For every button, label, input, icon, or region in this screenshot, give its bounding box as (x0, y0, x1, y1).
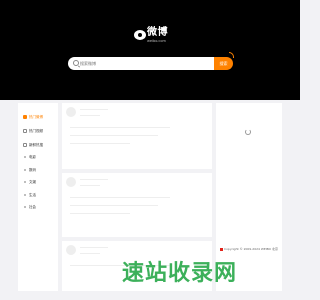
sidebar-item-society[interactable]: 社会 (21, 203, 55, 211)
skeleton-line (80, 115, 100, 116)
sidebar-item-label: 社会 (29, 205, 36, 209)
sidebar-item-digital[interactable]: 数码 (21, 166, 55, 174)
skeleton-line (80, 247, 108, 248)
weibo-eye-icon (134, 30, 146, 40)
sidebar-item-label: 热门微博 (29, 115, 43, 119)
skeleton-line (70, 143, 130, 144)
copyright-label: Copyright © 2009-2024 WEIBO 北京 (224, 247, 278, 251)
search-input[interactable] (80, 60, 200, 67)
avatar-placeholder (66, 177, 76, 187)
sidebar-item-movies[interactable]: 电影 (21, 153, 55, 161)
sidebar: 热门微博 热门视频 新鲜热搜 电影 数码 文娱 生活 社会 (18, 103, 58, 291)
feed-card-loading (62, 173, 212, 237)
search-bar: 搜索 (68, 57, 233, 70)
logo-subtext: weibo.com (147, 39, 166, 43)
skeleton-line (70, 213, 130, 214)
loading-spinner-icon (245, 129, 251, 135)
skeleton-line (80, 179, 108, 180)
sidebar-item-label: 生活 (29, 193, 36, 197)
weibo-logo[interactable]: 微博 weibo.com (134, 27, 174, 49)
dot-icon (24, 156, 26, 158)
logo-text: 微博 (147, 27, 168, 38)
search-icon (73, 60, 79, 66)
sidebar-item-label: 热门视频 (29, 129, 43, 133)
skeleton-line (80, 253, 100, 254)
skeleton-line (80, 185, 100, 186)
copyright-text: Copyright © 2009-2024 WEIBO 北京 (220, 247, 278, 251)
dot-icon (24, 194, 26, 196)
sidebar-item-label: 新鲜热搜 (29, 143, 43, 147)
sidebar-item-label: 数码 (29, 168, 36, 172)
search-box[interactable] (68, 57, 214, 70)
header-bar: 微博 weibo.com 搜索 (0, 0, 300, 100)
video-icon (23, 129, 27, 133)
skeleton-line (70, 135, 158, 136)
sidebar-item-hot-weibo[interactable]: 热门微博 (21, 113, 55, 121)
dot-icon (24, 169, 26, 171)
avatar-placeholder (66, 107, 76, 117)
dot-icon (24, 206, 26, 208)
sidebar-item-label: 电影 (29, 155, 36, 159)
hot-search-icon (23, 143, 27, 147)
search-button[interactable]: 搜索 (214, 57, 233, 70)
fire-icon (23, 115, 27, 119)
sidebar-item-label: 文娱 (29, 180, 36, 184)
sidebar-item-hot-video[interactable]: 热门视频 (21, 127, 55, 135)
watermark: 速站收录网 (122, 261, 238, 286)
skeleton-line (70, 205, 158, 206)
sidebar-item-hot-search[interactable]: 新鲜热搜 (21, 141, 55, 149)
feed-card-loading (62, 103, 212, 169)
sidebar-item-life[interactable]: 生活 (21, 191, 55, 199)
dot-icon (24, 181, 26, 183)
skeleton-line (70, 127, 170, 128)
skeleton-line (80, 109, 108, 110)
sidebar-item-entertainment[interactable]: 文娱 (21, 178, 55, 186)
police-badge-icon (220, 248, 223, 251)
avatar-placeholder (66, 245, 76, 255)
skeleton-line (70, 197, 170, 198)
